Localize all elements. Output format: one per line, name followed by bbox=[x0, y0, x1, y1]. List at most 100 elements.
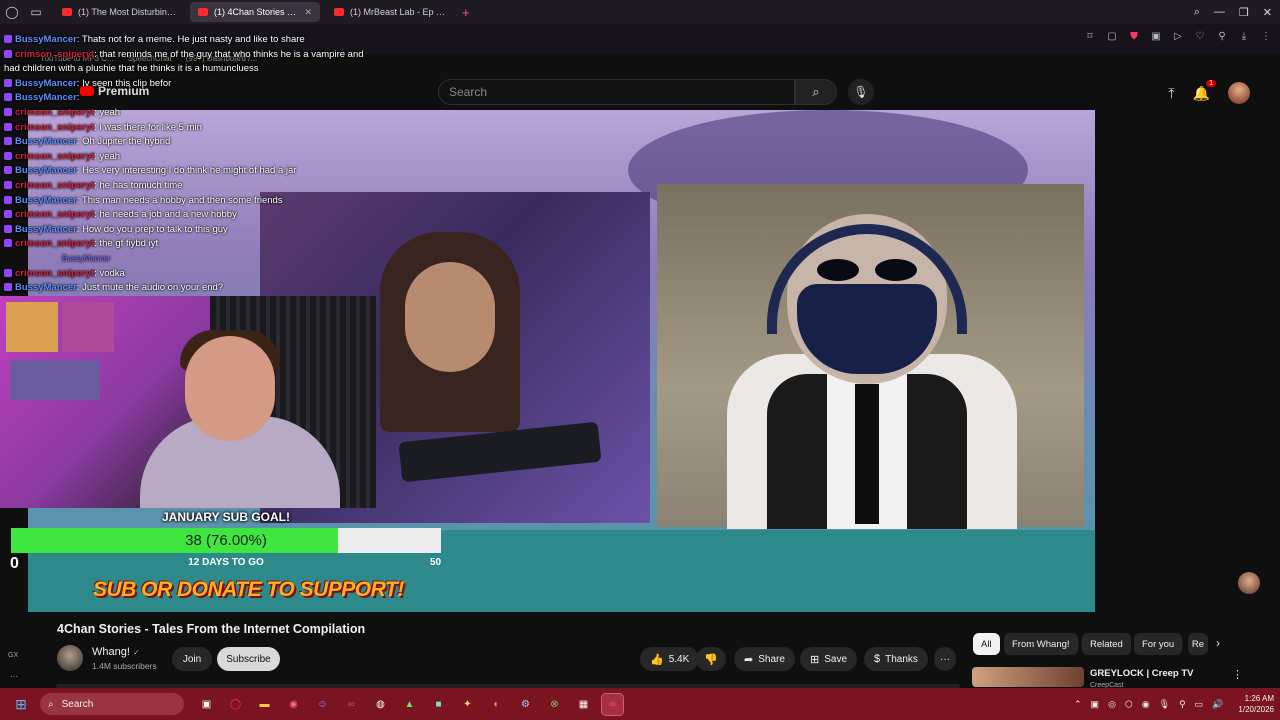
chat-message: crimson_sniperyt: vodka bbox=[4, 267, 364, 282]
app-icon-teal[interactable]: ■ bbox=[428, 694, 449, 715]
windows-start-icon[interactable]: ⊞ bbox=[6, 688, 36, 720]
chat-message: BussyMancer: How do you prep to talk to … bbox=[4, 223, 364, 238]
browser-tab[interactable]: (1) MrBeast Lab - Ep 2: A C bbox=[326, 2, 456, 22]
creative-cloud-icon[interactable]: ∞ bbox=[341, 694, 362, 715]
chip-for-you[interactable]: For you bbox=[1134, 633, 1183, 655]
opera-gx-icon[interactable]: ◯ bbox=[225, 694, 246, 715]
tray-app-icon[interactable]: ⚲ bbox=[1179, 699, 1186, 710]
chat-username[interactable]: BussyMancer bbox=[15, 282, 77, 293]
chat-username[interactable]: crimson_sniperyt bbox=[15, 180, 94, 191]
obs-icon[interactable]: ◍ bbox=[370, 694, 391, 715]
chat-username[interactable]: BussyMancer bbox=[15, 195, 77, 206]
extension-icon[interactable]: ▣ bbox=[1150, 30, 1162, 42]
chip-related[interactable]: Related bbox=[1082, 633, 1131, 655]
notifications-icon[interactable]: 🔔 1 bbox=[1193, 79, 1216, 102]
chat-username[interactable]: BussyMancer bbox=[15, 92, 77, 103]
sidebar-gx-label[interactable]: GX bbox=[8, 652, 18, 659]
chip-from-channel[interactable]: From Whang! bbox=[1004, 633, 1078, 655]
menu-icon[interactable]: ⋮ bbox=[1260, 30, 1272, 42]
search-input[interactable]: Search bbox=[438, 79, 795, 105]
chat-message: BussyMancer: Thats not for a meme. He ju… bbox=[4, 33, 364, 48]
app-icon-grid[interactable]: ▦ bbox=[573, 694, 594, 715]
volume-icon[interactable]: 🔊 bbox=[1212, 699, 1223, 710]
restore-icon[interactable]: ❐ bbox=[1239, 6, 1249, 19]
join-button[interactable]: Join bbox=[172, 647, 212, 671]
taskbar-clock[interactable]: 1:26 AM 1/20/2026 bbox=[1238, 693, 1274, 715]
floating-avatar[interactable] bbox=[1238, 572, 1260, 594]
search-tabs-icon[interactable]: ⌕ bbox=[1194, 6, 1200, 19]
chat-username[interactable]: crimson_sniperyt bbox=[15, 49, 94, 60]
bookmark-icon[interactable]: ⌑ bbox=[1084, 30, 1096, 42]
file-explorer-icon[interactable]: ▬ bbox=[254, 694, 275, 715]
youtube-favicon-icon bbox=[198, 8, 208, 16]
chat-message: crimson_sniperyt: i was there for like 5… bbox=[4, 121, 364, 136]
channel-name[interactable]: Whang! ✓ bbox=[92, 646, 140, 658]
heart-icon[interactable]: ♡ bbox=[1194, 30, 1206, 42]
tray-app-icon[interactable]: ▣ bbox=[1091, 699, 1100, 710]
browser-tab-active[interactable]: (1) 4Chan Stories - Ta ✕ bbox=[190, 2, 320, 22]
steam-icon[interactable]: ⚙ bbox=[515, 694, 536, 715]
recommended-menu-icon[interactable]: ⋮ bbox=[1232, 668, 1243, 681]
chat-username[interactable]: crimson_sniperyt bbox=[15, 151, 94, 162]
search-button[interactable]: ⌕ bbox=[795, 79, 837, 105]
chat-username[interactable]: crimson_sniperyt bbox=[15, 268, 94, 279]
xbox-icon[interactable]: ⊗ bbox=[544, 694, 565, 715]
firefox-icon[interactable]: ◐ bbox=[486, 694, 507, 715]
chat-username[interactable]: crimson_sniperyt bbox=[15, 122, 94, 133]
recommended-title[interactable]: GREYLOCK | Creep TV bbox=[1090, 668, 1193, 679]
user-avatar[interactable] bbox=[1228, 82, 1250, 104]
chat-username[interactable]: crimson_sniperyt bbox=[15, 107, 94, 118]
app-icon-red[interactable]: ◉ bbox=[283, 694, 304, 715]
network-icon[interactable]: ▭ bbox=[1195, 699, 1204, 710]
tray-app-icon[interactable]: ⬡ bbox=[1125, 699, 1133, 710]
close-window-icon[interactable]: ✕ bbox=[1263, 6, 1272, 19]
chip-all[interactable]: All bbox=[973, 633, 1000, 655]
account-icon[interactable]: ⚲ bbox=[1216, 30, 1228, 42]
chat-username[interactable]: crimson_sniperyt bbox=[15, 209, 94, 220]
chip-recently[interactable]: Re bbox=[1188, 633, 1208, 655]
sub-goal-progress-bar: 38 (76.00%) bbox=[11, 528, 441, 553]
opera-menu-icon[interactable]: ◯ bbox=[0, 0, 24, 24]
sunglasses bbox=[807, 259, 927, 283]
app-icon-green[interactable]: ▲ bbox=[399, 694, 420, 715]
task-view-icon[interactable]: ▣ bbox=[196, 694, 217, 715]
upload-icon[interactable]: ⤒ bbox=[1168, 85, 1174, 102]
like-button[interactable]: 👍 5.4K bbox=[640, 647, 700, 671]
chat-username[interactable]: BussyMancer bbox=[15, 224, 77, 235]
discord-icon[interactable]: ☺ bbox=[312, 694, 333, 715]
tab-workspace-icon[interactable]: ▭ bbox=[24, 0, 48, 24]
player-icon[interactable]: ▷ bbox=[1172, 30, 1184, 42]
close-tab-icon[interactable]: ✕ bbox=[304, 7, 312, 18]
download-icon[interactable]: ⤓ bbox=[1238, 30, 1250, 42]
creative-cloud-active-icon[interactable]: ∞ bbox=[601, 692, 624, 716]
recommended-thumbnail[interactable] bbox=[972, 667, 1084, 687]
tray-mic-icon[interactable]: 🎙 bbox=[1159, 699, 1170, 710]
subscribe-button[interactable]: Subscribe bbox=[217, 647, 280, 671]
chat-badge-icon bbox=[4, 210, 12, 219]
tray-overflow-icon[interactable]: ⌃ bbox=[1074, 699, 1082, 710]
new-tab-button[interactable]: + bbox=[462, 5, 470, 20]
channel-avatar[interactable] bbox=[57, 645, 83, 671]
app-icon-star[interactable]: ✦ bbox=[457, 694, 478, 715]
chat-username[interactable]: BussyMancer bbox=[15, 165, 77, 176]
chat-message-text: yeah bbox=[99, 150, 121, 162]
save-button[interactable]: ⊞ Save bbox=[800, 647, 858, 671]
more-actions-button[interactable]: ··· bbox=[934, 647, 956, 671]
tray-app-icon[interactable]: ◉ bbox=[1142, 699, 1150, 710]
browser-tab[interactable]: (1) The Most Disturbing Hu bbox=[54, 2, 184, 22]
voice-search-button[interactable]: 🎙 bbox=[848, 79, 874, 105]
chat-username[interactable]: BussyMancer bbox=[15, 34, 77, 45]
thanks-button[interactable]: $ Thanks bbox=[864, 647, 928, 671]
chat-username[interactable]: BussyMancer bbox=[15, 78, 77, 89]
chevron-right-icon[interactable]: › bbox=[1216, 636, 1220, 650]
dislike-button[interactable]: 👎 bbox=[696, 647, 726, 671]
snapshot-icon[interactable]: ▢ bbox=[1106, 30, 1118, 42]
chat-username[interactable]: crimson_sniperyt bbox=[15, 238, 94, 249]
minimize-icon[interactable]: — bbox=[1214, 6, 1225, 18]
share-button[interactable]: ➦ Share bbox=[734, 647, 795, 671]
sidebar-more-icon[interactable]: ··· bbox=[10, 672, 18, 681]
chat-username[interactable]: BussyMancer bbox=[15, 136, 77, 147]
vpn-shield-icon[interactable]: ⛊ bbox=[1128, 30, 1140, 42]
tray-app-icon[interactable]: ◎ bbox=[1108, 699, 1116, 710]
taskbar-search[interactable]: ⌕ Search bbox=[40, 693, 184, 715]
